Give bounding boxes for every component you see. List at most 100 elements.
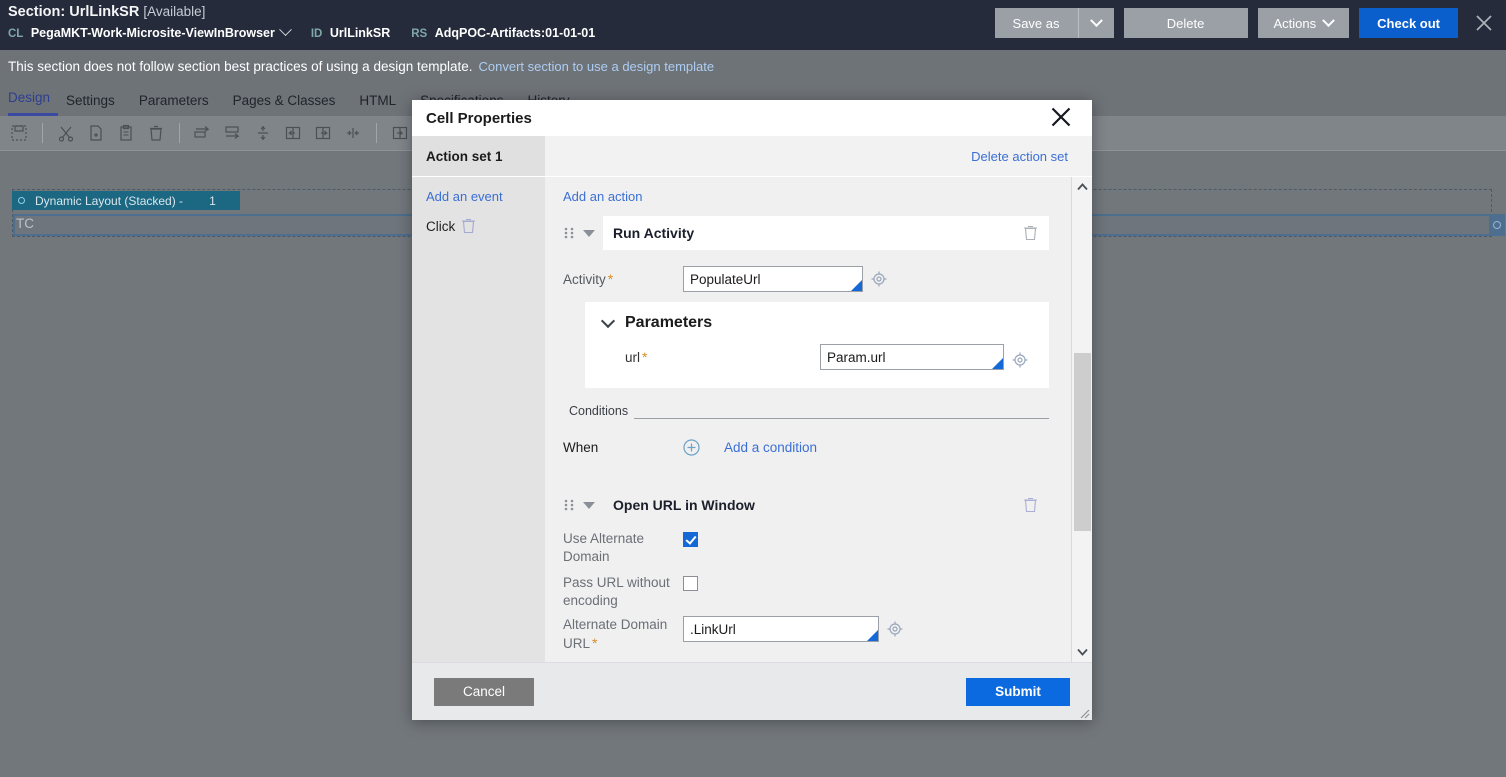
check-out-button[interactable]: Check out (1359, 8, 1458, 38)
class-key-label: CL (8, 28, 24, 40)
submit-button[interactable]: Submit (966, 677, 1070, 706)
actions-button[interactable]: Actions (1257, 8, 1350, 38)
parameters-header[interactable]: Parameters (585, 313, 1049, 332)
add-right-icon[interactable] (387, 121, 413, 145)
insert-column-icon[interactable] (220, 121, 246, 145)
trash-icon[interactable] (1023, 224, 1039, 242)
action-title-row[interactable]: Open URL in Window (603, 488, 1049, 522)
tab-html[interactable]: HTML (359, 93, 412, 116)
alternate-domain-url-label-text: Alternate Domain URL (563, 617, 668, 651)
insert-row-icon[interactable] (190, 121, 216, 145)
pass-url-without-encoding-row: Pass URL without encoding (563, 574, 1071, 610)
cell-label: TC (16, 216, 34, 231)
id-key-label: ID (310, 28, 323, 40)
pass-url-without-encoding-label: Pass URL without encoding (563, 575, 670, 608)
action-title-row[interactable]: Run Activity (603, 216, 1049, 250)
page-title-name: UrlLinkSR (69, 4, 140, 20)
parameters-title: Parameters (625, 314, 713, 331)
alternate-domain-url-input-wrap (683, 616, 879, 642)
ruleset-key-label: RS (411, 28, 428, 40)
save-layout-icon[interactable] (6, 121, 32, 145)
add-an-event-link[interactable]: Add an event (426, 189, 545, 204)
cell-properties-icon[interactable] (1489, 214, 1505, 236)
input-picker-corner-icon[interactable] (992, 358, 1003, 369)
parameter-row-url: url * (585, 344, 1049, 370)
dynamic-layout-header[interactable]: Dynamic Layout (Stacked) - 1 (12, 191, 240, 210)
trash-icon[interactable] (461, 217, 477, 235)
plus-circle-icon[interactable] (683, 439, 700, 456)
resize-grip-icon[interactable] (1078, 706, 1090, 719)
modal-footer: Cancel Submit (412, 662, 1092, 720)
paste-icon[interactable] (113, 121, 139, 145)
use-alternate-domain-label: Use Alternate Domain (563, 531, 645, 564)
modal-title: Cell Properties (426, 109, 532, 127)
split-vertical-icon[interactable] (250, 121, 276, 145)
delete-action-set-link[interactable]: Delete action set (971, 149, 1068, 164)
delete-icon[interactable] (143, 121, 169, 145)
merge-right-icon[interactable] (310, 121, 336, 145)
app-header: Section: UrlLinkSR [Available] CL PegaMK… (0, 0, 1506, 50)
scrollbar-thumb[interactable] (1074, 353, 1091, 531)
convert-to-design-template-link[interactable]: Convert section to use a design template (479, 59, 715, 74)
required-marker: * (642, 349, 648, 365)
target-icon[interactable] (871, 271, 887, 287)
tab-pages-and-classes[interactable]: Pages & Classes (233, 93, 352, 116)
use-alternate-domain-checkbox[interactable] (683, 532, 698, 547)
toolbar-divider (376, 123, 377, 143)
copy-add-icon[interactable] (83, 121, 109, 145)
action-open-url-in-window: Open URL in Window Use Alternate Domain (563, 488, 1071, 662)
tab-parameters[interactable]: Parameters (139, 93, 225, 116)
activity-label-text: Activity (563, 272, 606, 287)
toolbar-divider (42, 123, 43, 143)
trash-icon[interactable] (1023, 496, 1039, 514)
caret-down-icon[interactable] (583, 229, 595, 237)
best-practice-notice: This section does not follow section bes… (0, 50, 1506, 82)
scroll-up-chevron-up-icon[interactable] (1072, 177, 1092, 197)
caret-down-icon[interactable] (583, 501, 595, 509)
cancel-button[interactable]: Cancel (434, 677, 534, 706)
target-icon[interactable] (887, 621, 903, 637)
input-picker-corner-icon[interactable] (867, 630, 878, 641)
save-as-button[interactable]: Save as (994, 8, 1078, 38)
tab-design[interactable]: Design (8, 90, 59, 116)
add-an-action-link[interactable]: Add an action (563, 189, 1071, 204)
activity-input[interactable] (683, 266, 863, 292)
action-scroll-region: Add an action Run Activity Activity * Po… (545, 177, 1071, 662)
cut-icon[interactable] (53, 121, 79, 145)
delete-button[interactable]: Delete (1123, 8, 1248, 38)
use-alternate-domain-row: Use Alternate Domain (563, 530, 1071, 566)
modal-close-icon[interactable] (1046, 102, 1076, 132)
alternate-domain-url-input[interactable] (683, 616, 879, 642)
layout-settings-icon[interactable] (18, 197, 25, 204)
modal-scrollbar[interactable] (1071, 177, 1092, 662)
close-icon[interactable] (1470, 8, 1498, 38)
save-as-split-button[interactable]: Save as (994, 8, 1114, 38)
target-icon[interactable] (1012, 352, 1028, 368)
required-marker: * (607, 271, 614, 287)
save-as-dropdown-button[interactable] (1077, 8, 1114, 38)
event-label: Click (426, 218, 456, 234)
action-set-panel: Action set 1 Add an event Click (412, 136, 545, 662)
class-value[interactable]: PegaMKT-Work-Microsite-ViewInBrowser (31, 26, 275, 40)
scroll-down-chevron-down-icon[interactable] (1072, 642, 1092, 662)
tab-settings[interactable]: Settings (66, 93, 131, 116)
action-name: Open URL in Window (613, 497, 755, 513)
merge-left-icon[interactable] (280, 121, 306, 145)
when-label: When (563, 440, 599, 455)
drag-handle-icon[interactable] (563, 225, 575, 241)
action-detail-panel: Delete action set Add an action Run Acti… (545, 136, 1092, 662)
parameter-url-input[interactable] (820, 344, 1004, 370)
class-chevron-down-icon[interactable] (279, 23, 292, 37)
pass-url-without-encoding-checkbox[interactable] (683, 576, 698, 591)
cell-properties-modal: Cell Properties Action set 1 Add an even… (412, 100, 1092, 720)
activity-field-row: Activity * (563, 266, 1071, 292)
collapse-icon[interactable] (340, 121, 366, 145)
parameter-label: url * (625, 349, 820, 365)
chevron-down-icon[interactable] (600, 313, 616, 328)
required-marker: * (592, 635, 598, 651)
event-item-click[interactable]: Click (426, 217, 545, 235)
drag-handle-icon[interactable] (563, 497, 575, 513)
conditions-header: Conditions (563, 404, 1049, 421)
add-a-condition-link[interactable]: Add a condition (724, 440, 817, 455)
input-picker-corner-icon[interactable] (851, 280, 862, 291)
